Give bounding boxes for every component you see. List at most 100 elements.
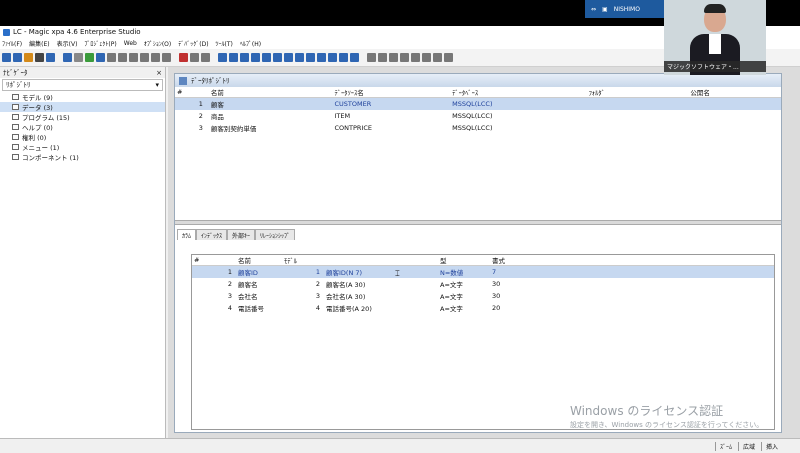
column-header[interactable]: ﾃﾞｰﾀﾍﾞｰｽ [450, 87, 587, 97]
toolbar-button-icon[interactable] [140, 53, 149, 62]
toolbar-button-icon[interactable] [350, 53, 359, 62]
table-cell: 顧客名(A 30) [326, 281, 366, 289]
navigator-close-button[interactable]: × [156, 69, 162, 77]
tree-item[interactable]: 権利 (0) [0, 132, 165, 142]
pane-splitter[interactable] [175, 220, 781, 225]
toolbar-button-icon[interactable] [162, 53, 171, 62]
column-header[interactable]: 名前 [209, 87, 333, 97]
table-row[interactable]: 4 電話番号 4 電話番号(A 20) A=文字 20 [192, 302, 774, 314]
tab[interactable]: ｶﾗﾑ [177, 229, 197, 240]
menu-item[interactable]: Web [124, 40, 137, 47]
toolbar-button-icon[interactable] [422, 53, 431, 62]
toolbar-button-icon[interactable] [96, 53, 105, 62]
watermark-title: Windows のライセンス認証 [570, 404, 724, 418]
studio-window: LC - Magic xpa 4.6 Enterprise Studio ﾌｧｲ… [0, 26, 800, 453]
column-header[interactable]: 書式 [490, 255, 530, 265]
navigator-header: ﾅﾋﾞｹﾞｰﾀ × [0, 67, 165, 78]
table-row[interactable]: 3 顧客別契約単価 CONTPRICE MSSQL(LCC) [175, 122, 781, 134]
tab[interactable]: 外部ｷｰ [227, 229, 256, 240]
toolbar-separator [361, 53, 365, 62]
tree-item[interactable]: プログラム (15) [0, 112, 165, 122]
toolbar-button-icon[interactable] [378, 53, 387, 62]
table-cell: 4 [315, 304, 320, 312]
column-header[interactable]: # [192, 256, 236, 264]
remote-control-bar: ⇔ ▣ NISHIMO [585, 0, 665, 18]
toolbar-button-icon[interactable] [284, 53, 293, 62]
toolbar-button-icon[interactable] [201, 53, 210, 62]
toolbar-button-icon[interactable] [179, 53, 188, 62]
toolbar-button-icon[interactable] [190, 53, 199, 62]
window-title: LC - Magic xpa 4.6 Enterprise Studio [13, 28, 141, 36]
toolbar-button-icon[interactable] [218, 53, 227, 62]
table-row[interactable]: 2 商品 ITEM MSSQL(LCC) [175, 110, 781, 122]
tab[interactable]: ﾘﾚｰｼｮﾝｼｯﾌﾟ [255, 229, 296, 240]
toolbar-button-icon[interactable] [367, 53, 376, 62]
table-cell: 1 [227, 268, 232, 276]
toolbar-button-icon[interactable] [400, 53, 409, 62]
menu-item[interactable]: ﾃﾞﾊﾞｯｸﾞ(D) [178, 39, 208, 48]
tree-item[interactable]: ヘルプ (0) [0, 122, 165, 132]
toolbar-button-icon[interactable] [295, 53, 304, 62]
table-row[interactable]: 1 顧客ID 1 顧客ID(N 7) N=数値 7 [192, 266, 774, 278]
toolbar-button-icon[interactable] [389, 53, 398, 62]
presenter-hair [704, 4, 726, 13]
restore-icon[interactable]: ⇔ [591, 6, 596, 13]
toolbar-button-icon[interactable] [240, 53, 249, 62]
toolbar-button-icon[interactable] [129, 53, 138, 62]
columns-grid-header: # 名前 ﾓﾃﾞﾙ 型書式 [192, 255, 774, 266]
toolbar-button-icon[interactable] [24, 53, 33, 62]
toolbar-button-icon[interactable] [328, 53, 337, 62]
navigator-title: ﾅﾋﾞｹﾞｰﾀ [3, 68, 28, 77]
column-header[interactable]: # [175, 88, 209, 96]
toolbar-button-icon[interactable] [13, 53, 22, 62]
toolbar-button-icon[interactable] [306, 53, 315, 62]
menu-item[interactable]: 表示(V) [57, 39, 78, 48]
toolbar-button-icon[interactable] [2, 53, 11, 62]
toolbar-button-icon[interactable] [85, 53, 94, 62]
table-cell: A=文字 [440, 293, 463, 301]
tree-item[interactable]: コンポーネント (1) [0, 152, 165, 162]
toolbar-button-icon[interactable] [262, 53, 271, 62]
column-header[interactable]: 型 [438, 255, 490, 265]
toolbar-button-icon[interactable] [339, 53, 348, 62]
column-header[interactable]: ﾓﾃﾞﾙ [282, 255, 324, 265]
toolbar-button-icon[interactable] [63, 53, 72, 62]
toolbar-button-icon[interactable] [229, 53, 238, 62]
table-row[interactable]: 3 会社名 3 会社名(A 30) A=文字 30 [192, 290, 774, 302]
toolbar-button-icon[interactable] [107, 53, 116, 62]
column-header[interactable]: ﾌｫﾙﾀﾞ [587, 87, 689, 97]
toolbar-separator [212, 53, 216, 62]
menu-item[interactable]: ﾌｧｲﾙ(F) [2, 39, 22, 48]
toolbar-button-icon[interactable] [411, 53, 420, 62]
toolbar-button-icon[interactable] [444, 53, 453, 62]
table-cell: MSSQL(LCC) [452, 100, 493, 108]
chevron-down-icon: ▾ [155, 81, 159, 89]
toolbar-button-icon[interactable] [46, 53, 55, 62]
toolbar-button-icon[interactable] [317, 53, 326, 62]
toolbar-button-icon[interactable] [35, 53, 44, 62]
toolbar-button-icon[interactable] [74, 53, 83, 62]
toolbar-button-icon[interactable] [433, 53, 442, 62]
tree-item[interactable]: メニュー (1) [0, 142, 165, 152]
tab[interactable]: ｲﾝﾃﾞｯｸｽ [196, 229, 228, 240]
tree-item[interactable]: データ (3) [0, 102, 165, 112]
menu-item[interactable]: ﾌﾟﾛｼﾞｪｸﾄ(P) [84, 39, 116, 48]
presenter-video: マジックソフトウェア・... [664, 0, 766, 75]
column-header[interactable]: 名前 [236, 255, 282, 265]
toolbar-button-icon[interactable] [118, 53, 127, 62]
data-repository-pane: ﾃﾞｰﾀﾘﾎﾟｼﾞﾄﾘ # 名前 ﾃﾞｰﾀｿｰｽ名 ﾃﾞｰﾀﾍﾞｰｽ ﾌｫﾙﾀﾞ 公開名 … [174, 73, 782, 433]
menu-item[interactable]: ﾍﾙﾌﾟ(H) [240, 39, 261, 48]
toolbar-button-icon[interactable] [151, 53, 160, 62]
menu-item[interactable]: ﾂｰﾙ(T) [216, 39, 233, 48]
column-header[interactable]: ﾃﾞｰﾀｿｰｽ名 [332, 87, 450, 97]
table-cell: 20 [492, 304, 501, 312]
toolbar-button-icon[interactable] [273, 53, 282, 62]
column-header[interactable]: 公開名 [688, 87, 781, 97]
toolbar-button-icon[interactable] [251, 53, 260, 62]
tree-item[interactable]: モデル (9) [0, 92, 165, 102]
table-row[interactable]: 2 顧客名 2 顧客名(A 30) A=文字 30 [192, 278, 774, 290]
menu-item[interactable]: ｵﾌﾟｼｮﾝ(O) [144, 39, 171, 48]
navigator-dropdown[interactable]: ﾘﾎﾟｼﾞﾄﾘ ▾ [2, 79, 163, 91]
table-row[interactable]: 1 顧客 CUSTOMER MSSQL(LCC) [175, 98, 781, 110]
menu-item[interactable]: 編集(E) [29, 39, 49, 48]
